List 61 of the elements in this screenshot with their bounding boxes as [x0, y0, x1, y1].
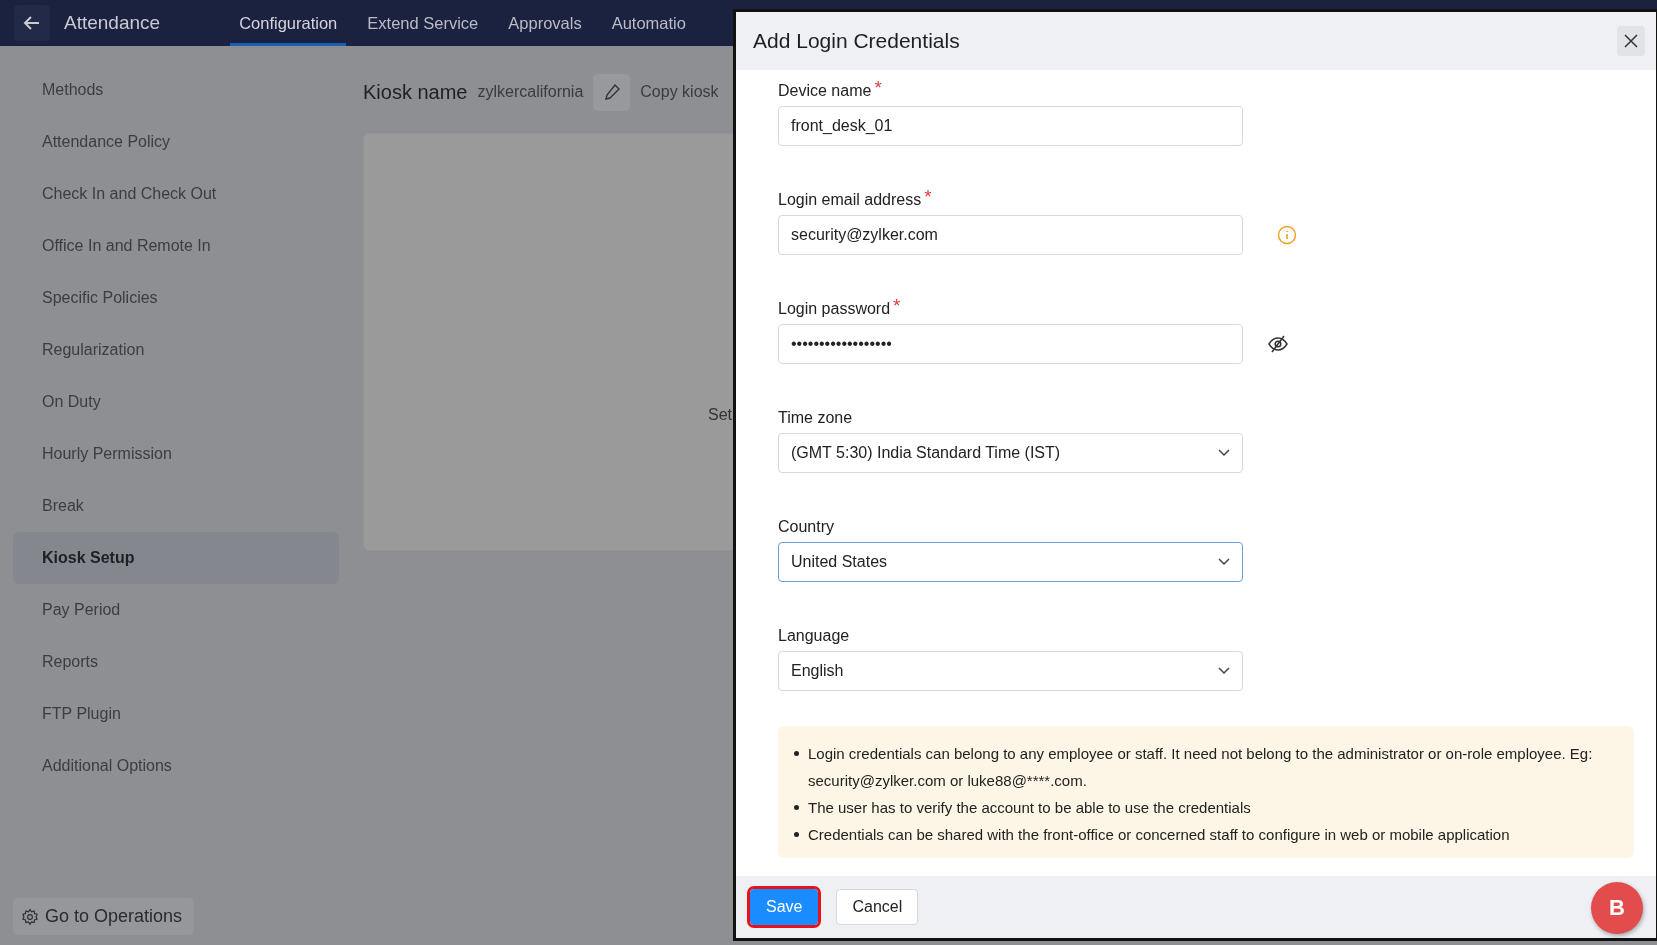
field-label: Login password [778, 300, 891, 318]
bullet-icon [794, 832, 799, 837]
sidebar-item[interactable]: Specific Policies [13, 272, 339, 324]
sidebar-item[interactable]: Check In and Check Out [13, 168, 339, 220]
note-text: Credentials can be shared with the front-office or concerned staff to configure in web or mobile application [808, 825, 1510, 845]
sidebar-item[interactable]: Pay Period [13, 584, 339, 636]
dropdown-field[interactable]: (GMT 5:30) India Standard Time (IST) [778, 433, 1243, 473]
back-button[interactable] [14, 5, 50, 41]
note-text: The user has to verify the account to be able to use the credentials [808, 798, 1251, 818]
sidebar-item[interactable]: Attendance Policy [13, 116, 339, 168]
close-icon [1624, 34, 1638, 48]
dropdown-field[interactable]: English [778, 651, 1243, 691]
sidebar-item[interactable]: Regularization [13, 324, 339, 376]
sidebar-item[interactable]: Hourly Permission [13, 428, 339, 480]
primary-button[interactable]: Save [750, 889, 819, 925]
chevron-down-icon [1218, 667, 1230, 675]
required-asterisk: * [874, 78, 882, 97]
required-asterisk: * [924, 187, 932, 206]
nav-tab[interactable]: Automatio [602, 0, 695, 46]
sidebar-item[interactable]: FTP Plugin [13, 688, 339, 740]
copy-kiosk-link[interactable]: Copy kiosk [640, 83, 719, 101]
input-field[interactable]: front_desk_01 [778, 106, 1243, 146]
nav-tab[interactable]: Configuration [230, 0, 347, 46]
sidebar-item[interactable]: Reports [13, 636, 339, 688]
note-text: Login credentials can belong to any employee or staff. It need not belong to the administrator or on-role employee. Eg: security@zylker.com or luke88@****.com. [808, 744, 1594, 791]
sidebar-item[interactable]: Methods [13, 64, 339, 116]
field-label: Device name [778, 82, 872, 100]
input-field[interactable]: security@zylker.com [778, 215, 1243, 255]
bullet-icon [794, 751, 799, 756]
sidebar-item[interactable]: Kiosk Setup [13, 532, 339, 584]
close-button[interactable] [1617, 26, 1645, 56]
field-label: Language [778, 627, 850, 645]
info-icon [1277, 225, 1297, 245]
sidebar-item[interactable]: Additional Options [13, 740, 339, 792]
app-title: Attendance [64, 12, 161, 34]
field-label: Country [778, 518, 835, 536]
kiosk-name-label: Kiosk name [363, 80, 468, 104]
dropdown-field[interactable]: United States [778, 542, 1243, 582]
eye-hidden-icon [1267, 334, 1289, 354]
bullet-icon [794, 805, 799, 810]
settings-icon [21, 907, 39, 926]
edit-button[interactable] [593, 73, 631, 111]
sidebar-item[interactable]: Break [13, 480, 339, 532]
nav-tab[interactable]: Approvals [499, 0, 591, 46]
secondary-button[interactable]: Cancel [836, 889, 919, 925]
dialog-title: Add Login Credentials [753, 29, 960, 53]
required-asterisk: * [893, 296, 901, 315]
kiosk-name-value: zylkercalifornia [477, 83, 584, 101]
pencil-icon [602, 83, 621, 101]
back-arrow-icon [23, 14, 41, 32]
step-badge: B [1591, 882, 1643, 934]
chevron-down-icon [1218, 558, 1230, 566]
card-text: Set [708, 406, 732, 424]
go-to-operations-button[interactable]: Go to Operations [13, 898, 195, 935]
chevron-down-icon [1218, 449, 1230, 457]
sidebar-item[interactable]: Office In and Remote In [13, 220, 339, 272]
sidebar-item[interactable]: On Duty [13, 376, 339, 428]
field-label: Login email address [778, 191, 922, 209]
input-field[interactable]: •••••••••••••••••• [778, 324, 1243, 364]
field-label: Time zone [778, 409, 853, 427]
nav-tab[interactable]: Extend Service [358, 0, 488, 46]
